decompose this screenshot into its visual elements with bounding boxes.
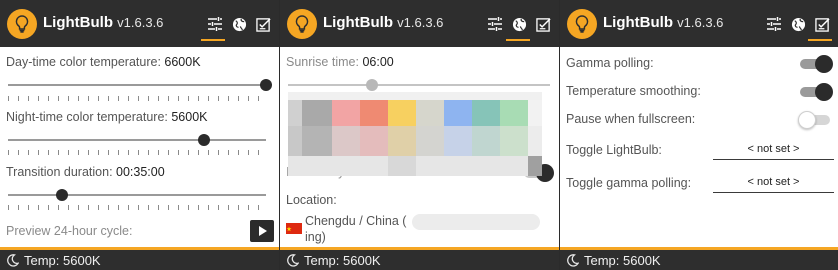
checklist-icon[interactable] (533, 14, 553, 34)
checklist-icon[interactable] (812, 14, 832, 34)
palette-swatch[interactable] (472, 100, 500, 126)
temp-smoothing-toggle-knob[interactable] (815, 83, 833, 101)
palette-swatch[interactable] (500, 126, 528, 156)
day-temp-label: Day-time color temperature: 6600K (6, 55, 201, 69)
palette-swatch[interactable] (388, 100, 416, 126)
palette-swatch[interactable] (444, 126, 472, 156)
redacted-region (412, 214, 540, 230)
app-title: LightBulb v1.6.3.6 (603, 14, 723, 31)
palette-swatch[interactable] (528, 126, 542, 156)
palette-swatch[interactable] (416, 100, 444, 126)
sunrise-slider-track[interactable] (288, 84, 550, 86)
palette-top-edge (288, 92, 542, 100)
status-footer: Temp: 5600K (560, 250, 838, 270)
china-flag-icon (286, 223, 302, 234)
palette-swatch[interactable] (332, 126, 360, 156)
transition-slider-ticks (8, 205, 268, 210)
palette-swatch[interactable] (388, 126, 416, 156)
temp-smoothing-label: Temperature smoothing: (566, 84, 701, 98)
night-temp-label: Night-time color temperature: 5600K (6, 110, 208, 124)
palette-swatch[interactable] (528, 156, 542, 176)
active-tab-indicator (201, 39, 225, 41)
lightbulb-icon (567, 9, 597, 39)
palette-swatch[interactable] (288, 100, 302, 126)
night-temp-slider-thumb[interactable] (198, 134, 211, 146)
preview-play-button[interactable] (250, 220, 274, 242)
day-temp-value: 6600K (164, 55, 201, 69)
app-name: LightBulb (43, 14, 113, 31)
sunrise-slider-thumb[interactable] (365, 79, 378, 91)
play-icon (258, 226, 267, 236)
app-header: LightBulb v1.6.3.6 (280, 0, 559, 47)
gamma-polling-label: Gamma polling: (566, 56, 654, 70)
toggle-lightbulb-hotkey-input[interactable]: < not set > (713, 140, 834, 160)
palette-swatch[interactable] (528, 100, 542, 126)
sliders-icon[interactable] (764, 14, 784, 34)
location-label: Location: (286, 193, 337, 207)
palette-swatch[interactable] (302, 126, 332, 156)
palette-swatch[interactable] (416, 126, 444, 156)
globe-icon[interactable] (229, 14, 249, 34)
globe-icon[interactable] (509, 14, 529, 34)
settings-panel-advanced: LightBulb v1.6.3.6 Gamma polling: Temper… (560, 0, 838, 270)
current-temp-status: Temp: 5600K (584, 253, 661, 268)
active-tab-indicator (506, 39, 530, 41)
app-header: LightBulb v1.6.3.6 (0, 0, 279, 47)
palette-swatch[interactable] (500, 100, 528, 126)
palette-swatch[interactable] (332, 100, 360, 126)
day-temp-slider-thumb[interactable] (260, 79, 272, 91)
day-temp-slider-ticks (8, 96, 268, 101)
app-version: v1.6.3.6 (677, 15, 724, 30)
toggle-lightbulb-label: Toggle LightBulb: (566, 143, 662, 157)
status-footer: Temp: 5600K (280, 250, 559, 270)
color-picker-popup[interactable] (288, 92, 542, 182)
pause-fullscreen-label: Pause when fullscreen: (566, 112, 696, 126)
palette-swatch[interactable] (302, 100, 332, 126)
pause-fullscreen-toggle-knob[interactable] (798, 111, 816, 129)
app-version: v1.6.3.6 (117, 15, 164, 30)
status-footer: Temp: 5600K (0, 250, 279, 270)
night-temp-slider-track[interactable] (8, 139, 266, 141)
transition-duration-label: Transition duration: 00:35:00 (6, 165, 165, 179)
palette-swatch[interactable] (444, 100, 472, 126)
moon-icon (7, 254, 19, 267)
app-title: LightBulb v1.6.3.6 (43, 14, 163, 31)
current-temp-status: Temp: 5600K (24, 253, 101, 268)
day-temp-slider-track[interactable] (8, 84, 266, 86)
sunrise-time-value: 06:00 (362, 55, 394, 69)
location-value: Chengdu / China ( (305, 214, 407, 228)
toggle-gamma-hotkey-input[interactable]: < not set > (713, 173, 834, 193)
palette-swatch[interactable] (360, 126, 388, 156)
sliders-icon[interactable] (205, 14, 225, 34)
globe-icon[interactable] (788, 14, 808, 34)
app-title: LightBulb v1.6.3.6 (323, 14, 443, 31)
night-temp-slider-ticks (8, 150, 268, 155)
app-header: LightBulb v1.6.3.6 (560, 0, 838, 47)
location-value-tail: ing) (305, 230, 326, 244)
transition-duration-value: 00:35:00 (116, 165, 165, 179)
app-version: v1.6.3.6 (397, 15, 444, 30)
preview-cycle-label: Preview 24-hour cycle: (6, 224, 133, 238)
gamma-polling-toggle-knob[interactable] (815, 55, 833, 73)
sliders-icon[interactable] (485, 14, 505, 34)
moon-icon (567, 254, 579, 267)
checklist-icon[interactable] (253, 14, 273, 34)
palette-swatch[interactable] (388, 156, 416, 176)
app-name: LightBulb (323, 14, 393, 31)
active-tab-indicator (808, 39, 832, 41)
transition-slider-track[interactable] (8, 194, 266, 196)
palette-swatch[interactable] (360, 100, 388, 126)
sunrise-time-label: Sunrise time: 06:00 (286, 55, 394, 69)
app-name: LightBulb (603, 14, 673, 31)
lightbulb-icon (7, 9, 37, 39)
settings-panel-general: LightBulb v1.6.3.6 Day-time color temper… (0, 0, 279, 270)
night-temp-value: 5600K (171, 110, 208, 124)
palette-swatch[interactable] (472, 126, 500, 156)
moon-icon (287, 254, 299, 267)
transition-slider-thumb[interactable] (56, 189, 69, 201)
lightbulb-icon (287, 9, 317, 39)
current-temp-status: Temp: 5600K (304, 253, 381, 268)
palette-swatch[interactable] (288, 126, 302, 156)
toggle-gamma-label: Toggle gamma polling: (566, 176, 692, 190)
